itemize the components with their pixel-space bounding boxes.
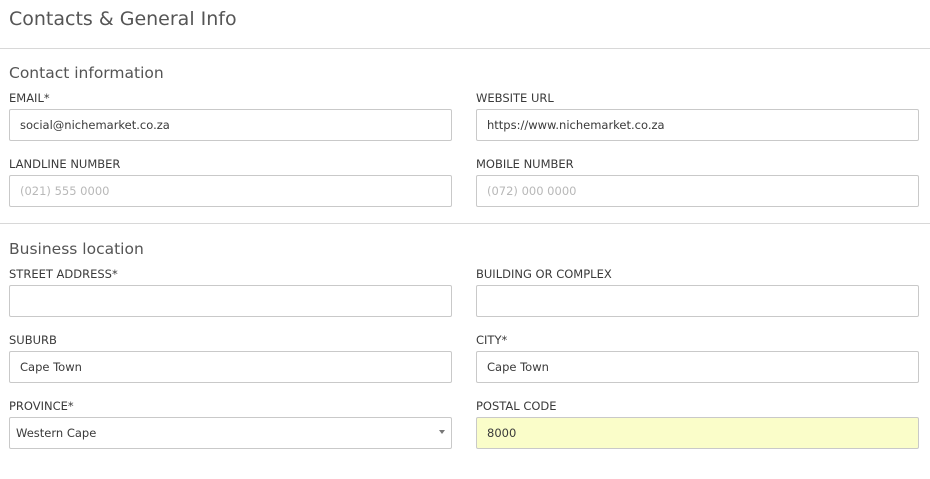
street-address-field[interactable] bbox=[9, 285, 452, 317]
email-field[interactable] bbox=[9, 109, 452, 141]
city-label: CITY* bbox=[476, 333, 508, 347]
header-divider bbox=[0, 48, 930, 49]
city-field[interactable] bbox=[476, 351, 919, 383]
suburb-label: SUBURB bbox=[9, 333, 57, 347]
email-label: EMAIL* bbox=[9, 91, 50, 105]
chevron-down-icon bbox=[439, 430, 445, 434]
suburb-field[interactable] bbox=[9, 351, 452, 383]
mobile-label: MOBILE NUMBER bbox=[476, 157, 574, 171]
contact-section-title: Contact information bbox=[9, 64, 164, 82]
mobile-number-field[interactable] bbox=[476, 175, 919, 207]
website-label: WEBSITE URL bbox=[476, 91, 554, 105]
landline-label: LANDLINE NUMBER bbox=[9, 157, 121, 171]
website-url-field[interactable] bbox=[476, 109, 919, 141]
street-address-label: STREET ADDRESS* bbox=[9, 267, 118, 281]
postal-code-field[interactable] bbox=[476, 417, 919, 449]
province-label: PROVINCE* bbox=[9, 399, 74, 413]
postal-code-label: POSTAL CODE bbox=[476, 399, 557, 413]
section-divider bbox=[0, 223, 930, 224]
landline-number-field[interactable] bbox=[9, 175, 452, 207]
page-title: Contacts & General Info bbox=[9, 8, 237, 30]
location-section-title: Business location bbox=[9, 240, 144, 258]
province-select[interactable]: Western Cape bbox=[9, 417, 452, 449]
province-selected-value: Western Cape bbox=[16, 426, 97, 440]
building-label: BUILDING OR COMPLEX bbox=[476, 267, 612, 281]
building-complex-field[interactable] bbox=[476, 285, 919, 317]
